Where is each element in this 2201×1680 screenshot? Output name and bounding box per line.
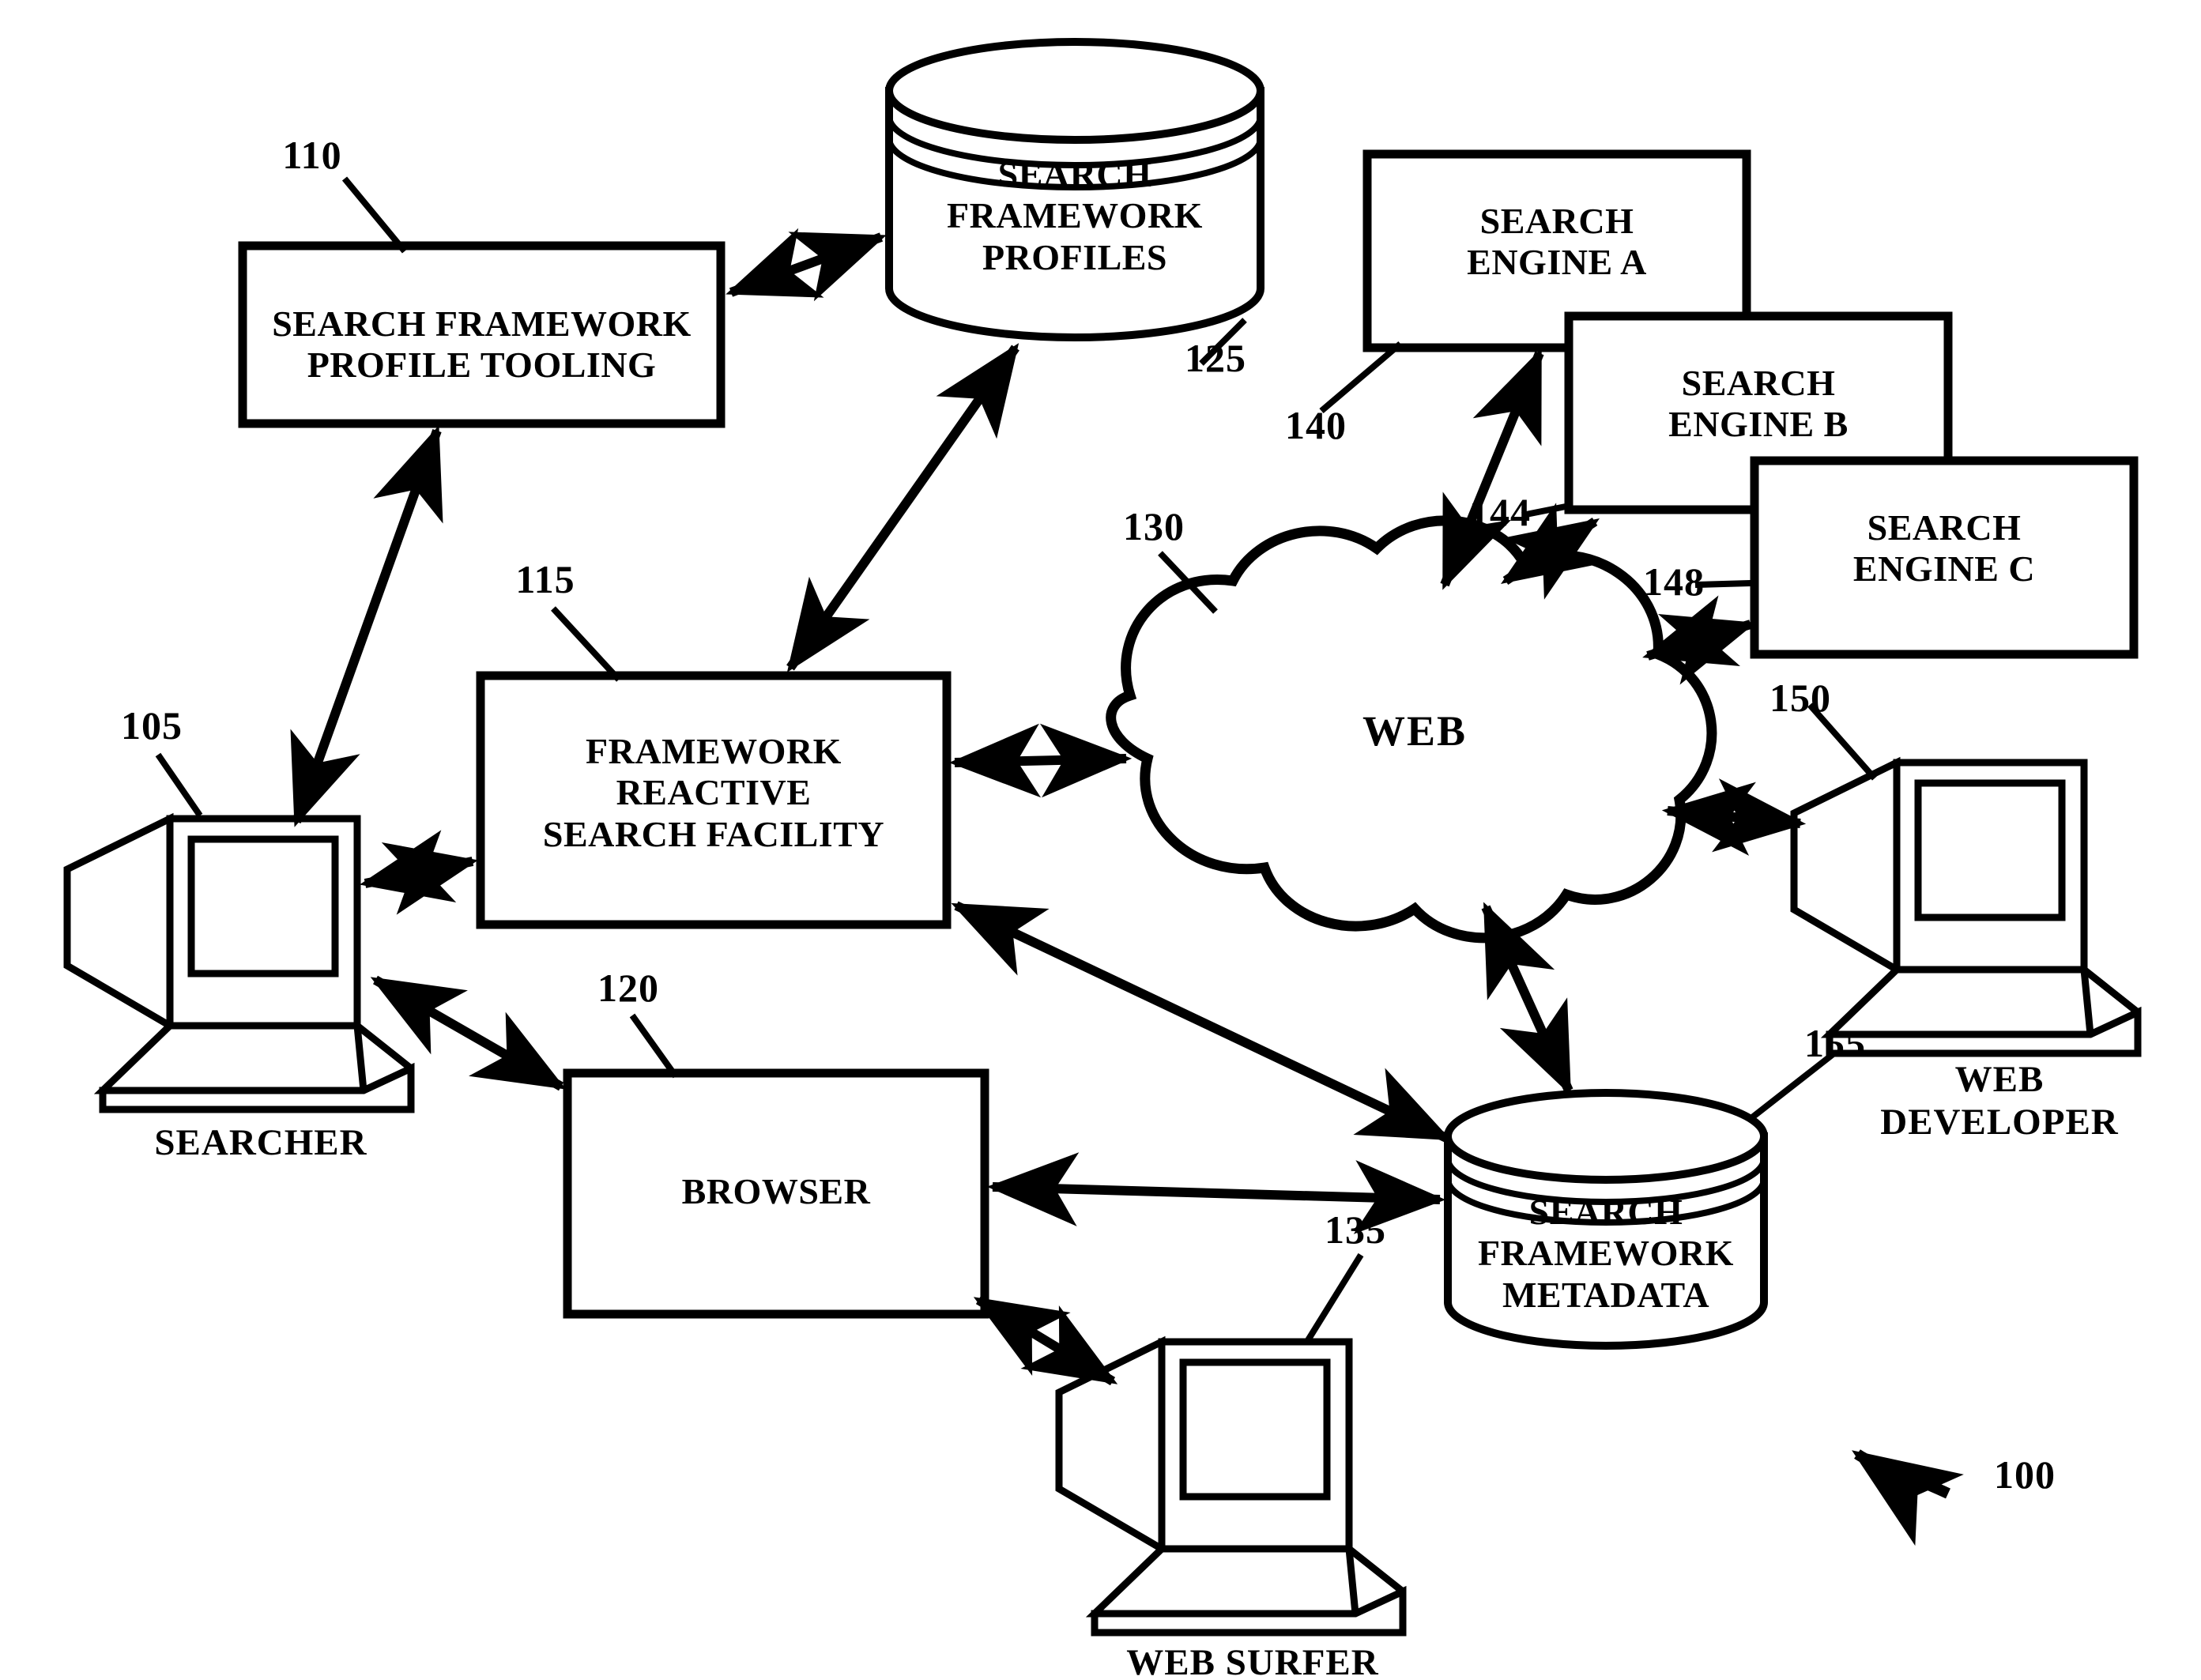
leader-140 (1319, 341, 1403, 414)
web-developer-workstation-shape (1790, 756, 2142, 1057)
arrow-profiles-facility (786, 343, 1019, 672)
browser-box-label: BROWSER (681, 1171, 871, 1211)
leader-120 (629, 1013, 679, 1079)
searcher-workstation-shape (63, 812, 415, 1113)
web-cloud-label: WEB (1362, 707, 1468, 755)
leader-100-curve (1852, 1449, 1964, 1546)
arrow-facility-metadata (951, 901, 1452, 1143)
metadata-db-label: SEARCH FRAMEWORK METADATA (1478, 1192, 1734, 1315)
leader-135 (1305, 1252, 1364, 1343)
arrow-searcher-facility (359, 830, 479, 915)
ref-numeral-115: 115 (515, 557, 575, 601)
web-developer-caption: WEB DEVELOPER (1880, 1059, 2119, 1143)
profiles-db-label: SEARCH FRAMEWORK PROFILES (947, 154, 1203, 277)
ref-numeral-140: 140 (1285, 403, 1347, 447)
ref-numeral-120: 120 (597, 966, 659, 1010)
ref-numeral-148: 148 (1643, 559, 1705, 604)
profile-tooling-box-label: SEARCH FRAMEWORK PROFILE TOOLING (272, 303, 692, 386)
arrow-web-metadata (1481, 902, 1573, 1096)
leader-105 (155, 752, 203, 818)
ref-numeral-110: 110 (282, 133, 342, 177)
arrow-searcher-tooling (290, 425, 443, 827)
ref-numeral-105: 105 (121, 703, 183, 748)
ref-numeral-150: 150 (1769, 676, 1831, 720)
ref-numeral-130: 130 (1123, 504, 1185, 548)
search-engine-b-label: SEARCH ENGINE B (1668, 363, 1849, 445)
search-engine-a-label: SEARCH ENGINE A (1467, 201, 1647, 283)
leader-110 (341, 176, 408, 254)
arrow-browser-surfer (973, 1295, 1118, 1386)
arrow-tooling-profiles (726, 228, 887, 302)
ref-numeral-100: 100 (1994, 1452, 2056, 1497)
web-surfer-caption: WEB SURFER (1126, 1642, 1379, 1680)
search-facility-box-label: FRAMEWORK REACTIVE SEARCH FACILITY (542, 731, 885, 854)
web-surfer-workstation-shape (1055, 1335, 1407, 1637)
arrow-facility-web (948, 723, 1133, 798)
ref-numeral-135: 135 (1325, 1207, 1386, 1252)
leader-115 (551, 606, 621, 682)
searcher-caption: SEARCHER (154, 1122, 367, 1163)
search-engine-c-label: SEARCH ENGINE C (1852, 507, 2036, 590)
patent-figure: SEARCH FRAMEWORK PROFILE TOOLING SEARCH … (0, 0, 2201, 1680)
ref-numeral-155: 155 (1804, 1021, 1866, 1065)
ref-numeral-125: 125 (1185, 336, 1246, 380)
ref-numeral-144: 144 (1469, 490, 1531, 534)
arrow-web-developer (1661, 778, 1807, 856)
arrow-browser-metadata (986, 1152, 1446, 1234)
